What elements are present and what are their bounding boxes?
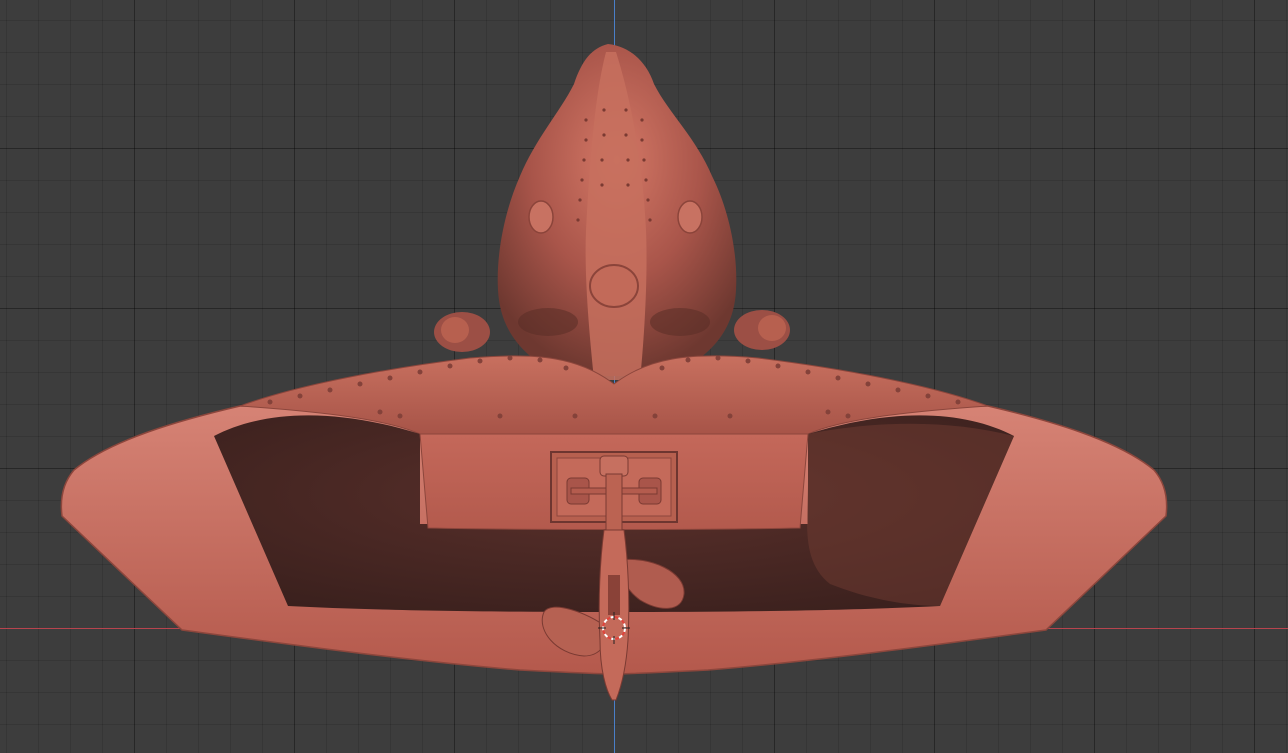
side-fin-left	[434, 312, 490, 352]
porthole-front	[589, 264, 639, 308]
porthole-right	[677, 200, 703, 234]
porthole-left	[528, 200, 554, 234]
shaft-bracket	[550, 451, 678, 535]
submarine-model[interactable]	[0, 0, 1288, 753]
side-fin-right	[734, 310, 790, 350]
3d-viewport[interactable]	[0, 0, 1288, 753]
